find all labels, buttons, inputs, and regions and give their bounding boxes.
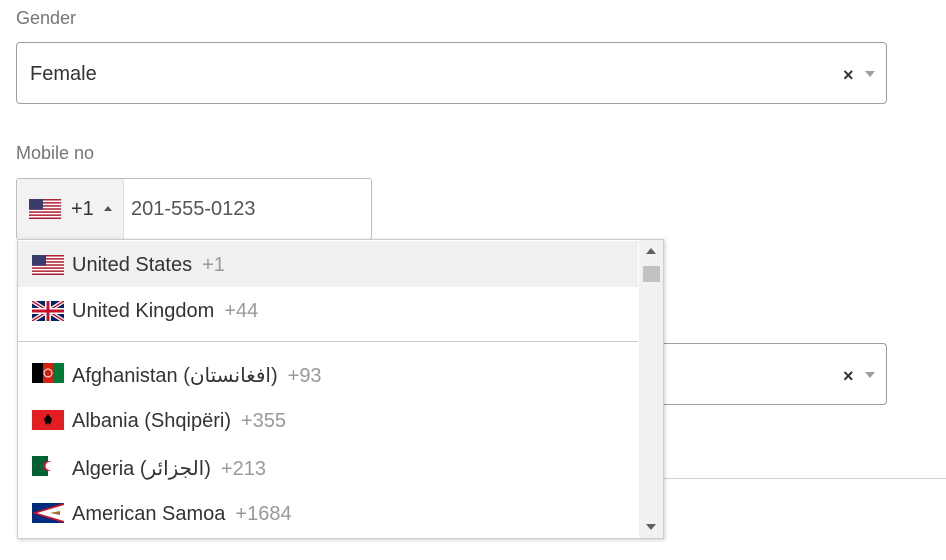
field-divider	[660, 478, 946, 479]
country-dropdown[interactable]: United States +1 United Kingdom +44 Afghan…	[17, 239, 664, 539]
country-option-as[interactable]: American Samoa +1684	[18, 490, 638, 536]
country-code: +1684	[235, 503, 292, 525]
country-code: +93	[287, 365, 322, 387]
us-flag-icon	[32, 255, 64, 275]
phone-number-input[interactable]	[131, 198, 351, 221]
us-flag-icon	[29, 199, 61, 219]
dial-code: +1	[71, 198, 94, 220]
country-code: +44	[224, 300, 259, 322]
gender-value: Female	[30, 63, 97, 85]
country-name: American Samoa	[72, 503, 226, 525]
country-name: Algeria (الجزائر)	[72, 458, 211, 480]
scroll-down-arrow-icon[interactable]	[646, 524, 656, 530]
scroll-up-arrow-icon[interactable]	[646, 248, 656, 254]
country-option-us[interactable]: United States +1	[18, 241, 638, 287]
al-flag-icon	[32, 410, 64, 430]
hidden-select-chevron-down-icon[interactable]	[865, 372, 875, 378]
mobile-input-group: +1	[16, 178, 372, 240]
country-code: +355	[240, 410, 287, 432]
preferred-divider	[18, 341, 638, 342]
country-name: Albania (Shqipëri)	[72, 410, 231, 432]
country-code: +1	[202, 254, 225, 276]
country-option-uk[interactable]: United Kingdom +44	[18, 287, 638, 333]
mobile-label: Mobile no	[16, 143, 95, 163]
country-name: United States	[72, 254, 193, 276]
country-selector-button[interactable]: +1	[17, 179, 124, 239]
country-name: Afghanistan (افغانستان)	[72, 365, 278, 387]
dz-flag-icon	[32, 456, 64, 476]
hidden-select-clear-icon[interactable]: ×	[843, 366, 854, 387]
country-option-af[interactable]: Afghanistan (افغانستان) +93	[18, 350, 638, 396]
country-name: United Kingdom	[72, 300, 215, 322]
dropdown-scrollbar[interactable]	[639, 240, 663, 538]
gender-clear-icon[interactable]: ×	[843, 65, 854, 86]
gender-label: Gender	[16, 8, 77, 28]
af-flag-icon	[32, 363, 64, 383]
as-flag-icon	[32, 503, 64, 523]
country-option-al[interactable]: Albania (Shqipëri) +355	[18, 397, 638, 443]
country-code: +213	[220, 458, 266, 480]
chevron-up-icon	[104, 206, 112, 211]
scrollbar-thumb[interactable]	[643, 266, 660, 282]
uk-flag-icon	[32, 301, 64, 321]
gender-select[interactable]: Female ×	[16, 42, 887, 104]
country-option-dz[interactable]: Algeria (الجزائر) +213	[18, 443, 638, 489]
gender-chevron-down-icon[interactable]	[865, 71, 875, 77]
